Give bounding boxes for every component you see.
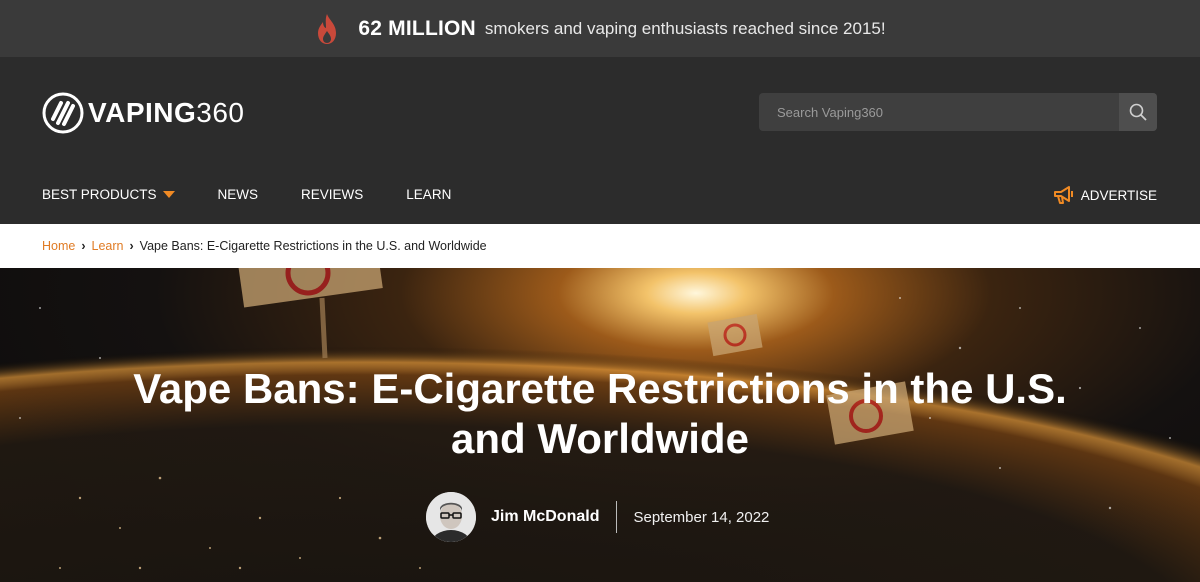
nav-label: REVIEWS [301,187,364,202]
article-hero: Vape Bans: E-Cigarette Restrictions in t… [0,268,1200,582]
search-box [759,93,1157,131]
site-header: VAPING360 BEST PRODUCTS NEWS REVIEWS LEA… [0,57,1200,224]
megaphone-icon [1053,186,1073,204]
nav-label: NEWS [217,187,259,202]
nav-item-reviews[interactable]: REVIEWS [301,187,363,202]
author-photo [426,492,476,542]
promo-text: smokers and vaping enthusiasts reached s… [484,18,886,38]
promo-bar: 62 MILLION smokers and vaping enthusiast… [0,0,1200,57]
search-button[interactable] [1119,93,1157,131]
byline-divider [616,501,618,533]
search-icon [1129,103,1147,121]
article-byline: Jim McDonald September 14, 2022 [426,492,769,542]
breadcrumb-learn[interactable]: Learn [92,239,124,253]
chevron-right-icon: › [129,239,134,253]
author-name[interactable]: Jim McDonald [491,508,599,526]
publish-date: September 14, 2022 [633,508,770,526]
nav-item-best-products[interactable]: BEST PRODUCTS [42,187,175,202]
advertise-link[interactable]: ADVERTISE [1053,185,1157,205]
nav-item-news[interactable]: NEWS [218,187,259,202]
promo-highlight: 62 MILLION [358,16,476,40]
breadcrumb: Home › Learn › Vape Bans: E-Cigarette Re… [0,224,1200,268]
advertise-label: ADVERTISE [1080,187,1157,203]
logo-mark-icon [42,92,84,134]
nav-label: BEST PRODUCTS [42,187,157,202]
search-input[interactable] [759,93,1119,131]
breadcrumb-current: Vape Bans: E-Cigarette Restrictions in t… [139,239,487,253]
nav-item-learn[interactable]: LEARN [406,187,451,202]
site-logo[interactable]: VAPING360 [42,91,245,135]
breadcrumb-home[interactable]: Home [42,239,75,253]
flame-icon [318,13,337,44]
chevron-right-icon: › [81,239,86,253]
main-nav: BEST PRODUCTS NEWS REVIEWS LEARN [42,187,494,202]
logo-text: VAPING360 [88,97,245,128]
caret-down-icon [162,191,175,198]
author-avatar[interactable] [426,492,476,542]
article-title: Vape Bans: E-Cigarette Restrictions in t… [133,365,1067,462]
nav-label: LEARN [406,187,452,202]
